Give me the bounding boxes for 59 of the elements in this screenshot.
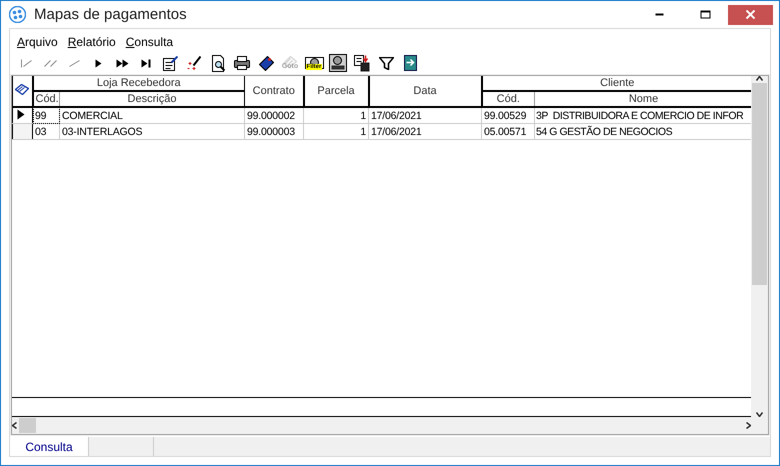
table-cell: 99.000002 <box>244 107 304 124</box>
last-record-icon <box>141 58 151 68</box>
table-cell: 1 <box>304 107 369 124</box>
scroll-right-icon <box>746 422 751 429</box>
prior-page-icon <box>44 60 56 66</box>
table-cell: 17/06/2021 <box>368 107 482 124</box>
maximize-icon <box>700 10 710 19</box>
lamp-icon <box>329 54 347 72</box>
next-record-icon <box>94 58 102 68</box>
table-cell: 99 <box>32 107 60 124</box>
column-header[interactable]: Contrato <box>244 76 304 107</box>
table-cell: 99.00529 <box>482 107 535 124</box>
minimize-icon <box>654 13 664 16</box>
book-icon <box>15 84 30 95</box>
scroll-thumb[interactable] <box>752 83 767 285</box>
first-record-icon <box>20 58 32 68</box>
scroll-left-icon <box>12 422 17 429</box>
table-cell: 05.00571 <box>482 124 535 140</box>
scroll-down-icon <box>756 412 763 417</box>
goto-icon <box>283 56 297 68</box>
funnel-icon <box>378 56 394 70</box>
column-group-header: Loja Recebedora <box>32 76 245 91</box>
filter-icon <box>304 56 324 68</box>
close-icon <box>746 10 755 19</box>
column-header[interactable]: Cód. <box>482 91 535 107</box>
menu-item[interactable]: Relatório <box>62 35 121 49</box>
table-cell: COMERCIAL <box>60 107 245 124</box>
document-edit-icon <box>162 56 178 70</box>
scroll-thumb[interactable] <box>19 418 36 433</box>
column-header[interactable]: Cód. <box>32 91 60 107</box>
window-title: Mapas de pagamentos <box>34 6 188 23</box>
printer-icon <box>234 56 250 70</box>
close-button[interactable] <box>728 4 773 24</box>
menu-item[interactable]: Arquivo <box>12 35 63 49</box>
column-header[interactable]: Parcela <box>304 76 369 107</box>
disk-save-icon <box>354 54 370 72</box>
vertical-scrollbar[interactable] <box>751 76 768 417</box>
table-cell: 03-INTERLAGOS <box>60 124 245 140</box>
row-indicator[interactable] <box>12 124 32 140</box>
prior-record-icon <box>68 60 80 66</box>
row-indicator[interactable] <box>12 107 32 124</box>
column-group-header: Cliente <box>482 76 751 91</box>
print-preview-icon <box>212 54 224 72</box>
horizontal-scrollbar[interactable] <box>12 417 751 434</box>
exit-door-icon <box>404 55 416 71</box>
table-cell: 17/06/2021 <box>368 124 482 140</box>
scroll-up-icon <box>756 76 763 81</box>
wand-icon <box>187 56 201 70</box>
tag-icon <box>258 56 274 70</box>
status-tab[interactable]: Consulta <box>10 437 89 456</box>
app-icon <box>9 6 26 23</box>
menu-item[interactable]: Consulta <box>120 35 178 49</box>
table-cell: 99.000003 <box>244 124 304 140</box>
table-cell: 1 <box>304 124 369 140</box>
column-header[interactable]: Data <box>368 76 482 107</box>
lamp-button[interactable] <box>326 52 350 74</box>
column-header[interactable]: Descrição <box>60 91 245 107</box>
table-cell: 03 <box>32 124 60 140</box>
next-page-icon <box>116 58 128 68</box>
